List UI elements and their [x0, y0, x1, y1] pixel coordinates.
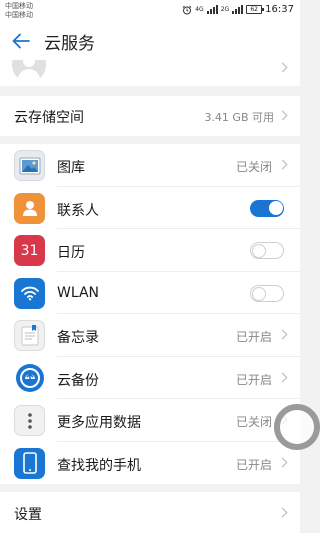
chevron-right-icon — [277, 110, 288, 121]
contacts-toggle[interactable] — [250, 199, 284, 217]
status-text: 已开启 — [235, 372, 272, 387]
list-item-more-app-data[interactable]: 更多应用数据 已关闭 — [0, 399, 300, 442]
contacts-icon — [14, 192, 45, 224]
status-text: 已开启 — [235, 457, 272, 472]
item-label: 云备份 — [57, 372, 99, 389]
list-item-calendar[interactable]: 31 日历 — [0, 229, 300, 272]
app-header: 云服务 — [0, 22, 300, 60]
calendar-icon: 31 — [14, 235, 45, 266]
settings-row[interactable]: 设置 — [0, 492, 300, 533]
status-bar: 中国移动 中国移动 4G 2G 62 16:37 — [0, 0, 300, 22]
find-phone-icon — [14, 447, 45, 479]
toggle-knob — [252, 244, 266, 258]
list-item-contacts[interactable]: 联系人 — [0, 187, 300, 229]
gallery-icon — [14, 150, 45, 181]
list-item-cloud-backup[interactable]: 云备份 已开启 — [0, 357, 300, 399]
status-text: 已关闭 — [235, 415, 272, 429]
list-item-find-my-phone[interactable]: 查找我的手机 已开启 — [0, 442, 300, 485]
calendar-icon-text: 31 — [20, 242, 39, 259]
toggle-knob — [252, 286, 266, 301]
item-label: 日历 — [57, 245, 85, 261]
cloud-backup-icon — [14, 362, 45, 394]
alarm-icon — [182, 5, 192, 14]
avatar — [12, 60, 46, 82]
storage-value: 3.41 GB 可用 — [204, 111, 274, 124]
chevron-right-icon — [277, 62, 288, 73]
item-label: 联系人 — [57, 202, 99, 219]
chevron-right-icon — [277, 507, 288, 518]
battery-level: 62 — [250, 6, 258, 13]
storage-row[interactable]: 云存储空间 3.41 GB 可用 — [0, 96, 300, 136]
toggle-knob — [268, 201, 283, 215]
notes-icon — [14, 320, 45, 351]
carrier-label-2: 中国移动 — [5, 11, 33, 19]
battery-icon: 62 — [246, 5, 265, 14]
account-row[interactable] — [0, 60, 300, 86]
status-text: 已开启 — [235, 330, 272, 344]
item-label: 查找我的手机 — [57, 457, 141, 474]
more-options-icon — [14, 405, 45, 436]
item-label: WLAN — [57, 284, 100, 301]
chevron-right-icon — [277, 329, 288, 340]
network-4g-label: 4G — [195, 6, 204, 13]
back-arrow-icon — [12, 33, 30, 49]
item-label: 图库 — [57, 160, 85, 176]
wlan-toggle[interactable] — [250, 284, 284, 302]
carrier-label-1: 中国移动 — [5, 2, 33, 10]
chevron-right-icon — [277, 372, 288, 382]
status-text: 已关闭 — [235, 160, 272, 174]
clock-time: 16:37 — [265, 4, 294, 15]
item-label: 更多应用数据 — [57, 415, 141, 431]
list-item-wlan[interactable]: WLAN — [0, 272, 300, 314]
chevron-right-icon — [277, 457, 288, 467]
wlan-icon — [14, 277, 45, 309]
item-label: 备忘录 — [57, 330, 99, 346]
network-2g-label: 2G — [220, 6, 230, 13]
chevron-right-icon — [277, 159, 288, 170]
page-title: 云服务 — [44, 33, 95, 54]
status-icons: 4G 2G 62 16:37 — [182, 4, 294, 15]
floating-navigation-button[interactable] — [274, 404, 320, 450]
sync-app-list: 图库 已关闭 联系人 31 日历 WLAN 备忘录 已开启 云备份 已开启 更多… — [0, 144, 300, 484]
signal-icon — [206, 5, 218, 14]
back-button[interactable] — [10, 30, 32, 52]
signal-icon-2 — [232, 5, 244, 14]
list-item-notes[interactable]: 备忘录 已开启 — [0, 314, 300, 357]
calendar-toggle[interactable] — [250, 242, 284, 259]
settings-label: 设置 — [14, 507, 42, 523]
storage-label: 云存储空间 — [14, 110, 84, 126]
list-item-gallery[interactable]: 图库 已关闭 — [0, 144, 300, 187]
